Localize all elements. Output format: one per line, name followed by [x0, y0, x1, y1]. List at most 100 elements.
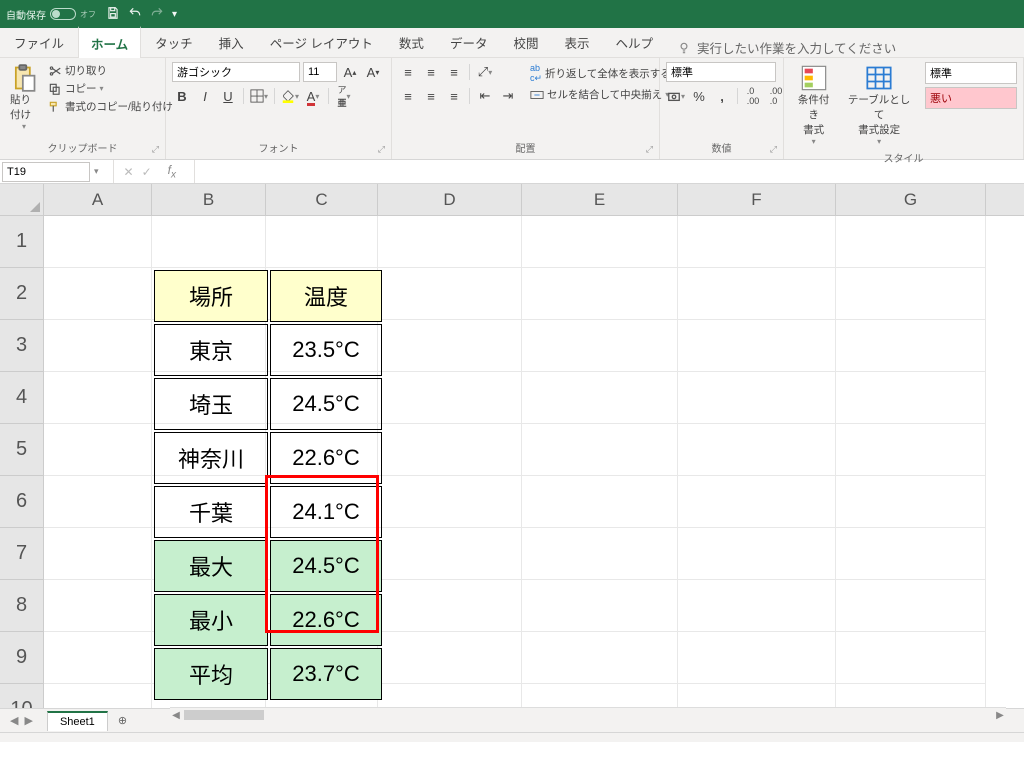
column-header[interactable]: B	[152, 184, 266, 215]
accounting-format-icon[interactable]	[666, 86, 686, 106]
paste-button[interactable]: 貼り付け	[6, 62, 42, 133]
header-place[interactable]: 場所	[154, 270, 268, 322]
save-icon[interactable]	[106, 6, 120, 23]
number-format-select[interactable]	[666, 62, 776, 82]
orientation-icon[interactable]: ⤢	[475, 62, 495, 82]
tab-touch[interactable]: タッチ	[143, 27, 205, 57]
increase-decimal-icon[interactable]: .0.00	[743, 86, 763, 106]
wrap-text-button[interactable]: abc↵折り返して全体を表示する	[528, 62, 673, 85]
style-standard[interactable]: 標準	[925, 62, 1017, 84]
format-painter-button[interactable]: 書式のコピー/貼り付け	[46, 98, 175, 115]
tab-view[interactable]: 表示	[552, 27, 601, 57]
alignment-launcher[interactable]: ⤢	[646, 144, 653, 155]
undo-icon[interactable]	[128, 6, 142, 23]
border-button[interactable]	[249, 86, 269, 106]
worksheet-grid[interactable]: ABCDEFG 12345678910 場所 温度 東京23.5°C 埼玉24.…	[0, 184, 1024, 742]
tab-insert[interactable]: 挿入	[207, 27, 256, 57]
decrease-font-icon[interactable]: A▾	[363, 62, 383, 82]
conditional-format-button[interactable]: 条件付き 書式	[790, 62, 837, 148]
horizontal-scrollbar[interactable]: ◀ ▶	[170, 707, 1006, 721]
copy-icon	[48, 82, 62, 96]
column-header[interactable]: G	[836, 184, 986, 215]
row-header[interactable]: 6	[0, 476, 43, 528]
increase-indent-icon[interactable]: ⇥	[498, 86, 518, 106]
style-bad[interactable]: 悪い	[925, 87, 1017, 109]
percent-icon[interactable]: %	[689, 86, 709, 106]
comma-icon[interactable]: ,	[712, 86, 732, 106]
group-label-number: 数値	[712, 144, 732, 155]
cut-button[interactable]: 切り取り	[46, 62, 175, 79]
autosave-label: 自動保存	[6, 7, 46, 22]
tab-data[interactable]: データ	[438, 27, 500, 57]
scroll-left-icon[interactable]: ◀	[170, 709, 182, 721]
decrease-decimal-icon[interactable]: .00.0	[766, 86, 786, 106]
phonetic-button[interactable]: ア亜	[334, 86, 354, 106]
tab-file[interactable]: ファイル	[2, 27, 76, 57]
autosave-switch[interactable]	[50, 8, 76, 20]
row-header[interactable]: 5	[0, 424, 43, 476]
qat-customize-icon[interactable]: ▾	[172, 9, 177, 20]
bold-button[interactable]: B	[172, 86, 192, 106]
font-launcher[interactable]: ⤢	[378, 144, 385, 155]
header-temp[interactable]: 温度	[270, 270, 382, 322]
add-sheet-icon[interactable]: ⊕	[108, 714, 137, 727]
tab-home[interactable]: ホーム	[78, 26, 141, 58]
group-alignment: ≡ ≡ ≡ ⤢ ≡ ≡ ≡ ⇤ ⇥ abc↵折り返して全体を表示する セルを結合…	[392, 58, 660, 159]
column-header[interactable]: E	[522, 184, 678, 215]
sheet-prev-icon[interactable]: ◀	[10, 714, 18, 727]
name-box[interactable]	[2, 162, 90, 182]
increase-font-icon[interactable]: A▴	[340, 62, 360, 82]
row-header[interactable]: 7	[0, 528, 43, 580]
tab-pagelayout[interactable]: ページ レイアウト	[258, 27, 385, 57]
align-left-icon[interactable]: ≡	[398, 86, 418, 106]
ribbon: 貼り付け 切り取り コピー 書式のコピー/貼り付け クリップボード⤢ A▴ A▾…	[0, 58, 1024, 160]
fx-icon[interactable]: fx	[160, 163, 184, 180]
align-middle-icon[interactable]: ≡	[421, 62, 441, 82]
column-header[interactable]: D	[378, 184, 522, 215]
merge-center-button[interactable]: セルを結合して中央揃え	[528, 86, 673, 103]
enter-formula-icon[interactable]: ✓	[142, 165, 152, 179]
group-font: A▴ A▾ B I U A ア亜 フォント⤢	[166, 58, 392, 159]
copy-button[interactable]: コピー	[46, 80, 175, 97]
tab-help[interactable]: ヘルプ	[603, 27, 665, 57]
data-table[interactable]: 場所 温度 東京23.5°C 埼玉24.5°C 神奈川22.6°C 千葉24.1…	[152, 268, 384, 702]
font-size-select[interactable]	[303, 62, 337, 82]
number-launcher[interactable]: ⤢	[770, 144, 777, 155]
tell-me-search[interactable]: 実行したい作業を入力してください	[667, 38, 896, 57]
select-all-corner[interactable]	[0, 184, 44, 216]
column-header[interactable]: A	[44, 184, 152, 215]
namebox-dropdown-icon[interactable]: ▾	[90, 166, 103, 177]
format-as-table-button[interactable]: テーブルとして 書式設定	[841, 62, 917, 148]
scissors-icon	[48, 64, 62, 78]
align-center-icon[interactable]: ≡	[421, 86, 441, 106]
row-header[interactable]: 8	[0, 580, 43, 632]
sheet-next-icon[interactable]: ▶	[24, 714, 32, 727]
sheet-tab[interactable]: Sheet1	[47, 711, 108, 731]
column-header[interactable]: F	[678, 184, 836, 215]
autosave-toggle[interactable]: 自動保存 オフ	[6, 7, 96, 22]
cancel-formula-icon[interactable]: ✕	[124, 165, 134, 179]
row-header[interactable]: 1	[0, 216, 43, 268]
row-header[interactable]: 3	[0, 320, 43, 372]
redo-icon[interactable]	[150, 6, 164, 23]
tab-formulas[interactable]: 数式	[387, 27, 436, 57]
table-row: 最小22.6°C	[154, 594, 382, 646]
align-bottom-icon[interactable]: ≡	[444, 62, 464, 82]
italic-button[interactable]: I	[195, 86, 215, 106]
table-row: 東京23.5°C	[154, 324, 382, 376]
row-header[interactable]: 4	[0, 372, 43, 424]
column-header[interactable]: C	[266, 184, 378, 215]
font-name-select[interactable]	[172, 62, 300, 82]
fill-color-button[interactable]	[280, 86, 300, 106]
row-header[interactable]: 9	[0, 632, 43, 684]
align-top-icon[interactable]: ≡	[398, 62, 418, 82]
scrollbar-thumb[interactable]	[184, 710, 264, 720]
scroll-right-icon[interactable]: ▶	[994, 709, 1006, 721]
underline-button[interactable]: U	[218, 86, 238, 106]
tab-review[interactable]: 校閲	[501, 27, 550, 57]
clipboard-launcher[interactable]: ⤢	[152, 144, 159, 155]
font-color-button[interactable]: A	[303, 86, 323, 106]
align-right-icon[interactable]: ≡	[444, 86, 464, 106]
row-header[interactable]: 2	[0, 268, 43, 320]
decrease-indent-icon[interactable]: ⇤	[475, 86, 495, 106]
